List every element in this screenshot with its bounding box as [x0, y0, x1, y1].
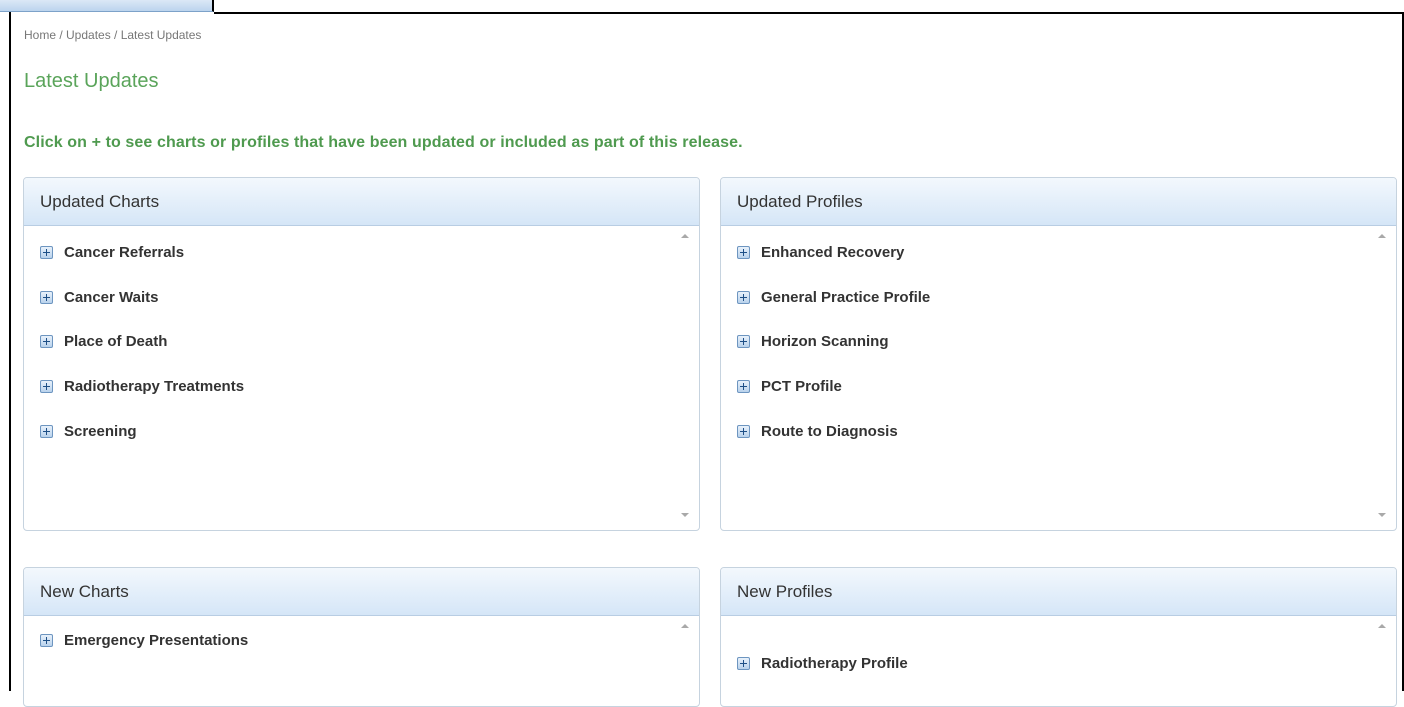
content-frame-left	[9, 12, 11, 691]
plus-expand-icon[interactable]	[40, 290, 53, 304]
plus-expand-icon[interactable]	[40, 424, 53, 438]
new-charts-panel: New Charts Emergency Presentations	[23, 567, 700, 707]
list-item-label[interactable]: Horizon Scanning	[761, 333, 889, 350]
list-item-label[interactable]: Radiotherapy Treatments	[64, 378, 244, 395]
list-item[interactable]: Emergency Presentations	[40, 630, 248, 650]
list-item-label[interactable]: Cancer Waits	[64, 289, 158, 306]
scroll-up-arrow-icon[interactable]	[1378, 234, 1386, 238]
panel-title: New Profiles	[721, 568, 1396, 616]
plus-expand-icon[interactable]	[40, 633, 53, 647]
scroll-up-arrow-icon[interactable]	[1378, 624, 1386, 628]
plus-expand-icon[interactable]	[737, 656, 750, 670]
list-item-label[interactable]: Emergency Presentations	[64, 632, 248, 649]
panel-list[interactable]: Cancer Referrals Cancer Waits Place of D…	[24, 226, 699, 530]
page-title: Latest Updates	[24, 70, 159, 92]
scroll-up-arrow-icon[interactable]	[681, 234, 689, 238]
list-item[interactable]: PCT Profile	[737, 376, 842, 396]
list-item[interactable]: Route to Diagnosis	[737, 421, 898, 441]
list-item-label[interactable]: PCT Profile	[761, 378, 842, 395]
new-profiles-panel: New Profiles Radiotherapy Profile	[720, 567, 1397, 707]
list-item[interactable]: Cancer Waits	[40, 287, 158, 307]
plus-expand-icon[interactable]	[40, 334, 53, 348]
breadcrumb[interactable]: Home / Updates / Latest Updates	[24, 28, 201, 42]
plus-expand-icon[interactable]	[40, 379, 53, 393]
scroll-down-arrow-icon[interactable]	[681, 513, 689, 517]
updated-charts-panel: Updated Charts Cancer Referrals Cancer W…	[23, 177, 700, 531]
plus-expand-icon[interactable]	[737, 334, 750, 348]
list-item-label[interactable]: General Practice Profile	[761, 289, 930, 306]
list-item-label[interactable]: Route to Diagnosis	[761, 423, 898, 440]
panel-list[interactable]: Enhanced Recovery General Practice Profi…	[721, 226, 1396, 530]
list-item[interactable]: Place of Death	[40, 331, 167, 351]
plus-expand-icon[interactable]	[737, 245, 750, 259]
list-item-label[interactable]: Cancer Referrals	[64, 244, 184, 261]
content-frame-top	[214, 12, 1404, 14]
scroll-down-arrow-icon[interactable]	[1378, 513, 1386, 517]
panel-title: Updated Charts	[24, 178, 699, 226]
list-item[interactable]: Screening	[40, 421, 137, 441]
list-item[interactable]: Radiotherapy Treatments	[40, 376, 244, 396]
panel-list[interactable]: Radiotherapy Profile	[721, 616, 1396, 706]
panel-title: Updated Profiles	[721, 178, 1396, 226]
list-item[interactable]: General Practice Profile	[737, 287, 930, 307]
list-item[interactable]: Radiotherapy Profile	[737, 653, 908, 673]
list-item-label[interactable]: Enhanced Recovery	[761, 244, 904, 261]
list-item[interactable]: Horizon Scanning	[737, 331, 889, 351]
panel-list[interactable]: Emergency Presentations	[24, 616, 699, 706]
list-item-label[interactable]: Radiotherapy Profile	[761, 655, 908, 672]
updated-profiles-panel: Updated Profiles Enhanced Recovery Gener…	[720, 177, 1397, 531]
plus-expand-icon[interactable]	[737, 424, 750, 438]
plus-expand-icon[interactable]	[40, 245, 53, 259]
list-item-label[interactable]: Place of Death	[64, 333, 167, 350]
active-tab-stub[interactable]	[0, 0, 214, 12]
list-item-label[interactable]: Screening	[64, 423, 137, 440]
instruction-text: Click on + to see charts or profiles tha…	[24, 134, 743, 151]
scroll-up-arrow-icon[interactable]	[681, 624, 689, 628]
panel-title: New Charts	[24, 568, 699, 616]
list-item[interactable]: Cancer Referrals	[40, 242, 184, 262]
list-item[interactable]: Enhanced Recovery	[737, 242, 904, 262]
plus-expand-icon[interactable]	[737, 379, 750, 393]
plus-expand-icon[interactable]	[737, 290, 750, 304]
